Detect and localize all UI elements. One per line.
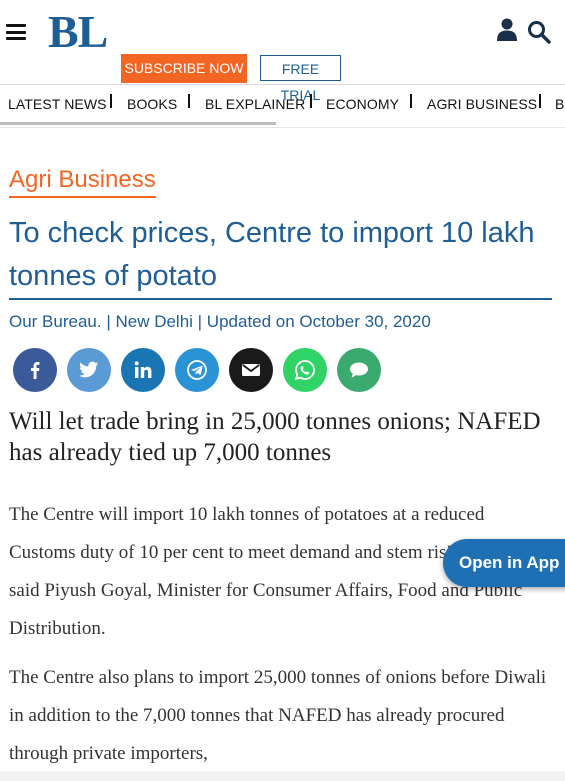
nav-separator [310, 94, 312, 108]
menu-icon[interactable] [6, 24, 26, 40]
site-header: BL SUBSCRIBE NOW FREE TRIAL [0, 0, 565, 103]
section-nav: LATEST NEWS BOOKS BL EXPLAINER ECONOMY A… [0, 86, 565, 122]
share-email-button[interactable] [229, 348, 273, 392]
free-trial-button[interactable]: FREE TRIAL [260, 55, 341, 103]
header-divider [0, 84, 565, 85]
nav-item-business[interactable]: BU [555, 96, 565, 112]
whatsapp-icon [294, 360, 315, 381]
share-linkedin-button[interactable] [121, 348, 165, 392]
bottom-bar [0, 771, 565, 781]
share-telegram-button[interactable] [175, 348, 219, 392]
search-icon[interactable] [527, 20, 551, 44]
article-category[interactable]: Agri Business [9, 165, 156, 195]
nav-item-latest-news[interactable]: LATEST NEWS [8, 96, 107, 112]
nav-separator [410, 94, 412, 108]
comment-icon [350, 362, 368, 378]
nav-item-bl-explainer[interactable]: BL EXPLAINER [205, 96, 305, 112]
nav-separator [110, 94, 112, 108]
open-in-app-button[interactable]: Open in App [443, 539, 565, 587]
article-paragraph: The Centre also plans to import 25,000 t… [9, 667, 547, 764]
nav-item-books[interactable]: BOOKS [127, 96, 177, 112]
telegram-icon [187, 360, 207, 380]
email-icon [242, 364, 260, 376]
user-icon[interactable] [496, 18, 518, 42]
nav-item-agri-business[interactable]: AGRI BUSINESS [427, 96, 537, 112]
share-facebook-button[interactable] [13, 348, 57, 392]
twitter-icon [79, 361, 99, 378]
nav-scrollbar[interactable] [0, 122, 276, 125]
nav-divider [0, 127, 565, 128]
article-title: To check prices, Centre to import 10 lak… [9, 217, 535, 292]
subscribe-button[interactable]: SUBSCRIBE NOW [121, 54, 247, 83]
site-logo[interactable]: BL [48, 6, 108, 58]
nav-separator [539, 94, 541, 108]
nav-separator [188, 94, 190, 108]
share-twitter-button[interactable] [67, 348, 111, 392]
share-comment-button[interactable] [337, 348, 381, 392]
category-underline [9, 196, 156, 198]
nav-item-economy[interactable]: ECONOMY [326, 96, 399, 112]
linkedin-icon [134, 361, 152, 378]
article-subtitle: Will let trade bring in 25,000 tonnes on… [9, 408, 541, 466]
share-whatsapp-button[interactable] [283, 348, 327, 392]
article-byline: Our Bureau. | New Delhi | Updated on Oct… [9, 312, 431, 331]
facebook-icon [31, 362, 40, 379]
title-divider [9, 298, 552, 300]
